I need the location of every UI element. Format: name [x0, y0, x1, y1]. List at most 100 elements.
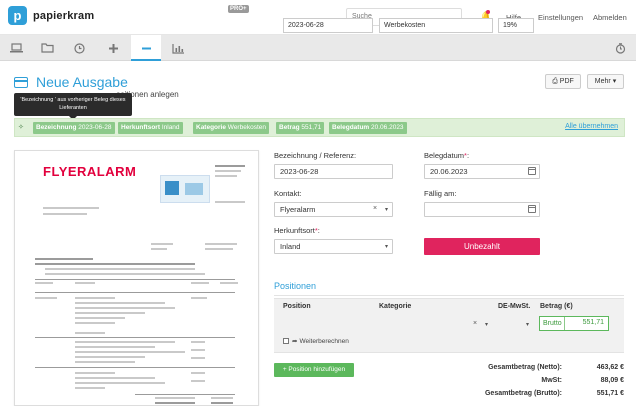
chip-label: Herkunftsort	[121, 124, 161, 131]
app-logo[interactable]: p papierkram	[8, 6, 94, 25]
receipt-text-line	[75, 317, 125, 319]
logo-text: papierkram	[33, 9, 95, 22]
apply-all-link[interactable]: Alle übernehmen	[565, 123, 618, 130]
receipt-text-line	[35, 258, 93, 260]
receipt-text-line	[75, 372, 115, 374]
chip-value: Werbekosten	[227, 124, 266, 131]
timer-icon[interactable]	[605, 35, 635, 61]
receipt-text-line	[211, 397, 233, 399]
suggestion-bar: ✧ Bezeichnung 2023-06-28 Herkunftsort In…	[14, 118, 625, 137]
receipt-text-line	[75, 361, 135, 363]
chevron-down-icon[interactable]: ▾	[385, 243, 388, 250]
suggestion-chip-reference[interactable]: Bezeichnung 2023-06-28	[33, 122, 115, 134]
date-input[interactable]: 20.06.2023	[424, 164, 540, 179]
receipt-text-line	[205, 248, 233, 250]
receipt-text-line	[75, 377, 155, 379]
receipt-text-line	[205, 243, 237, 245]
add-position-label: Position hinzufügen	[288, 366, 346, 373]
plus-icon[interactable]	[98, 35, 128, 61]
clear-icon[interactable]: ×	[373, 205, 377, 212]
category-select[interactable]: Werbekosten	[379, 18, 493, 33]
required-marker: *	[314, 226, 318, 235]
continue-calculation-option[interactable]: ➦ Weiterberechnen	[283, 337, 349, 345]
net-total-value: 463,62 €	[596, 364, 624, 371]
minus-icon[interactable]	[131, 35, 161, 61]
net-total-label: Gesamtbetrag (Netto):	[488, 364, 562, 371]
laptop-icon[interactable]	[1, 35, 31, 61]
receipt-text-line	[75, 351, 185, 353]
more-button[interactable]: Mehr ▾	[587, 74, 624, 89]
contact-label: Kontakt:	[274, 189, 302, 198]
receipt-text-line	[75, 356, 145, 358]
nav-logout[interactable]: Abmelden	[593, 13, 627, 22]
nav-settings[interactable]: Einstellungen	[538, 13, 583, 22]
notification-dot	[486, 10, 490, 14]
chip-value: 2023-06-28	[78, 124, 112, 131]
reference-input[interactable]: 2023-06-28	[274, 164, 393, 179]
suggestion-chip-date[interactable]: Belegdatum 20.06.2023	[329, 122, 407, 134]
receipt-text-line	[191, 372, 205, 374]
receipt-text-line	[215, 201, 245, 203]
vat-total-label: MwSt:	[541, 377, 562, 384]
receipt-text-line	[191, 357, 205, 359]
vat-total-value: 88,09 €	[600, 377, 624, 384]
receipt-table-rule	[35, 367, 235, 368]
receipt-table-rule	[35, 292, 235, 293]
credit-card-icon	[14, 76, 28, 88]
page-title-text: Neue Ausgabe	[36, 74, 128, 90]
receipt-text-line	[215, 165, 245, 167]
chevron-down-icon[interactable]: ▾	[385, 206, 388, 213]
continue-label: Weiterberechnen	[299, 337, 349, 345]
column-header-position: Position	[283, 303, 311, 310]
pdf-button[interactable]: ⎙ PDF	[545, 74, 581, 89]
clock-icon[interactable]	[64, 35, 94, 61]
receipt-text-line	[155, 397, 195, 399]
receipt-text-line	[75, 322, 115, 324]
gross-mode-toggle[interactable]: Brutto	[541, 317, 565, 330]
add-position-button[interactable]: + Position hinzufügen	[274, 363, 354, 377]
receipt-preview[interactable]: FLYERALARM	[14, 150, 259, 406]
receipt-text-line	[215, 175, 237, 177]
date-label-text: Belegdatum	[424, 151, 465, 160]
receipt-text-line	[45, 273, 205, 275]
more-button-label: Mehr	[594, 78, 611, 85]
vat-select[interactable]: 19%	[498, 18, 534, 33]
receipt-text-line	[75, 297, 115, 299]
receipt-text-line	[151, 243, 173, 245]
chip-label: Belegdatum	[332, 124, 370, 131]
due-date-input[interactable]	[424, 202, 540, 217]
suggestion-chip-origin[interactable]: Herkunftsort Inland	[118, 122, 183, 134]
clear-icon[interactable]: ×	[473, 320, 477, 327]
suggestion-chip-category[interactable]: Kategorie Werbekosten	[193, 122, 269, 134]
receipt-text-line	[43, 213, 87, 215]
receipt-text-line	[75, 387, 105, 389]
receipt-text-line	[191, 282, 209, 284]
continue-checkbox[interactable]	[283, 338, 289, 344]
receipt-table-rule	[135, 394, 235, 395]
caret-down-icon: ▾	[612, 78, 617, 85]
chevron-down-icon[interactable]: ▾	[485, 321, 488, 328]
payment-status-button[interactable]: Unbezahlt	[424, 238, 540, 255]
module-toolbar	[0, 35, 636, 61]
receipt-text-line	[75, 282, 95, 284]
position-input[interactable]: 2023-06-28	[283, 18, 373, 33]
date-label: Belegdatum*:	[424, 151, 470, 160]
plan-badge: PRO+	[228, 5, 249, 13]
receipt-text-line	[215, 170, 241, 172]
receipt-table-rule	[35, 337, 235, 338]
column-header-amount: Betrag (€)	[540, 303, 573, 310]
folder-icon[interactable]	[32, 35, 62, 61]
receipt-text-line	[75, 346, 155, 348]
origin-label-text: Herkunftsort	[274, 226, 315, 235]
suggestion-chip-amount[interactable]: Betrag 551,71	[276, 122, 325, 134]
receipt-text-line	[75, 341, 175, 343]
origin-select[interactable]: Inland	[274, 239, 393, 254]
share-icon: ➦	[292, 338, 298, 345]
column-header-category: Kategorie	[379, 303, 412, 310]
chart-icon[interactable]	[163, 35, 193, 61]
chevron-down-icon[interactable]: ▾	[526, 321, 529, 328]
calendar-icon[interactable]	[528, 167, 536, 175]
print-icon: ⎙	[552, 78, 558, 85]
gross-total-label: Gesamtbetrag (Brutto):	[484, 390, 562, 397]
calendar-icon[interactable]	[528, 205, 536, 213]
